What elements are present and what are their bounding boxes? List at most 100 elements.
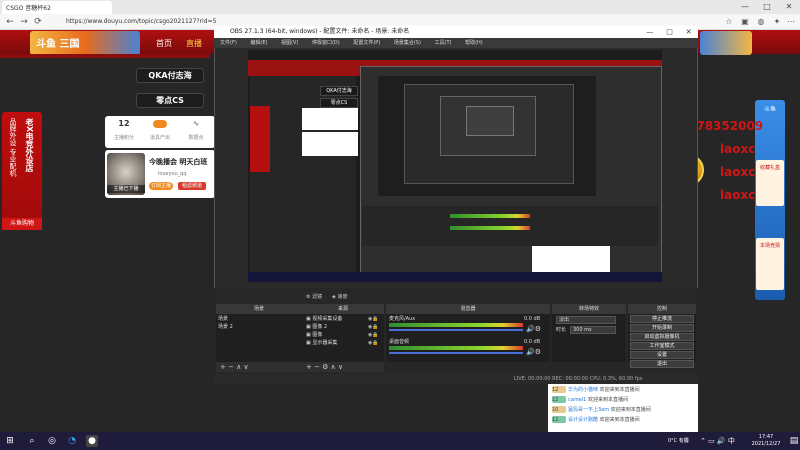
speaker-icon[interactable]: 🔊⚙ (526, 348, 541, 356)
obs-title-bar: OBS 27.1.3 (64-bit, windows) - 配置文件: 未命名… (214, 26, 698, 38)
virtual-camera-button[interactable]: 启动虚拟摄像机 (630, 333, 694, 341)
maximize-button[interactable]: □ (756, 0, 778, 14)
profile-icon[interactable]: ◍ (756, 17, 766, 27)
source-item[interactable]: ▣ 图像 (306, 331, 322, 339)
scene-item[interactable]: 场景 (218, 315, 228, 323)
steam-icon[interactable]: ◎ (46, 435, 58, 447)
obs-menu-bar: 文件(F) 编辑(E) 视图(V) 停靠窗口(D) 配置文件(P) 场景集合(S… (214, 38, 698, 48)
close-button[interactable]: ✕ (778, 0, 800, 14)
dock-header-transitions: 转场特效 (552, 304, 626, 314)
weather-text[interactable]: 0°C 有霾 (668, 437, 689, 444)
scenes-toolbar[interactable]: + − ∧ ∨ (216, 362, 302, 372)
mixer-channel-name: 麦克风/Aux (389, 316, 416, 322)
start-recording-button[interactable]: 开始录制 (630, 324, 694, 332)
streamer-link-qka[interactable]: QKA付志海 (136, 68, 204, 83)
scene-item[interactable]: 场景 2 (218, 323, 233, 331)
right-ad-card-label: 本场竞猜 (759, 243, 780, 249)
level-badge: 12 (552, 396, 566, 403)
source-item[interactable]: ▣ 显示器采集 (306, 339, 337, 347)
event-banner-right[interactable] (700, 31, 752, 55)
menu-tools[interactable]: 工具(T) (435, 40, 452, 46)
volume-slider[interactable] (389, 352, 523, 354)
stat-label: 主播积分 (113, 135, 134, 141)
nav-home[interactable]: 首页 (156, 38, 172, 49)
tray-icons[interactable]: ⌃ ▭ 🔊 中 (700, 436, 735, 446)
window-controls: — □ ✕ (734, 0, 800, 14)
nav-live[interactable]: 直播 (186, 38, 202, 49)
anchor-subtitle: loveyou_qq (158, 171, 187, 177)
shop-ad-button[interactable]: 斗鱼购物 (2, 218, 42, 230)
stat-data[interactable]: ∿ 数据点 (179, 118, 213, 141)
transition-select[interactable]: 淡出 (556, 316, 616, 324)
source-item[interactable]: ▣ 视频采集设备 (306, 315, 342, 323)
settings-button[interactable]: 设置 (630, 351, 694, 359)
search-icon[interactable]: ⌕ (26, 435, 38, 447)
clock-date: 2021/12/27 (751, 441, 781, 447)
speed-tab[interactable]: ◈ 速度 (332, 293, 347, 300)
stat-items[interactable]: 道具产出 (143, 118, 177, 141)
url-field[interactable]: https://www.douyu.com/topic/csgo2021127?… (66, 16, 216, 28)
refresh-icon[interactable]: ⟳ (32, 16, 44, 28)
menu-edit[interactable]: 编辑(E) (250, 40, 267, 46)
minimize-icon[interactable]: — (646, 26, 653, 38)
forward-icon[interactable]: → (18, 16, 30, 28)
collections-icon[interactable]: ▣ (740, 17, 750, 27)
stat-toggle-icon (143, 118, 177, 130)
streamer-link-zero[interactable]: 零点CS (136, 93, 204, 108)
visibility-icon[interactable]: ◉🔒 (368, 323, 379, 331)
menu-profile[interactable]: 配置文件(P) (353, 40, 380, 46)
level-badge: 10 (552, 406, 566, 413)
channel-button[interactable]: 稻滤频道 (178, 182, 206, 190)
favorites-icon[interactable]: ☆ (724, 17, 734, 27)
shop-ad[interactable]: 老X电竞外设店 品牌外设 专业配机 (2, 112, 42, 228)
dock-header-controls: 控制 (628, 304, 696, 314)
menu-docks[interactable]: 停靠窗口(D) (312, 40, 340, 46)
back-icon[interactable]: ← (4, 16, 16, 28)
duration-input[interactable]: 300 ms (570, 326, 616, 334)
chat-message: 12 华为的小猫咪 欢迎来到本直播间 (552, 386, 640, 395)
anchor-title[interactable]: 今晚播会 明天白班 (149, 157, 207, 167)
right-ad-title: 斗鱼 (763, 106, 776, 113)
filters-tab[interactable]: ⚙ 滤镜 (306, 293, 322, 300)
edge-icon[interactable]: ◔ (66, 435, 78, 447)
preview-nested-meter (450, 226, 530, 230)
maximize-icon[interactable]: □ (666, 26, 673, 38)
chat-user[interactable]: 华为的小猫咪 (568, 387, 598, 393)
volume-slider[interactable] (389, 329, 523, 331)
menu-scene-collection[interactable]: 场景集合(S) (394, 40, 421, 46)
menu-help[interactable]: 帮助(H) (465, 40, 483, 46)
speaker-icon[interactable]: 🔊⚙ (526, 325, 541, 333)
sources-toolbar[interactable]: + − ⚙ ∧ ∨ (302, 362, 384, 372)
chat-user[interactable]: 猛犸哥一不上3am (568, 407, 609, 413)
studio-mode-button[interactable]: 工作室模式 (630, 342, 694, 350)
notification-icon[interactable]: ▤ (788, 435, 800, 447)
subscribe-button[interactable]: 订阅主播 (149, 182, 173, 190)
preview-nested-button: QKA付志海 (320, 86, 358, 96)
menu-icon[interactable]: ⋯ (786, 17, 796, 27)
preview-nested-card (302, 132, 358, 156)
clock[interactable]: 17:47 2021/12/27 (746, 434, 786, 448)
preview-recursion-3 (466, 106, 514, 136)
exit-button[interactable]: 退出 (630, 360, 694, 368)
visibility-icon[interactable]: ◉🔒 (368, 315, 379, 323)
right-ad-card[interactable]: 本场竞猜 (756, 238, 784, 290)
close-icon[interactable]: ✕ (686, 26, 692, 38)
menu-file[interactable]: 文件(F) (220, 40, 237, 46)
chat-text: 欢迎来到本直播间 (599, 417, 640, 423)
event-banner[interactable]: 斗鱼 三国 (30, 31, 140, 55)
stop-streaming-button[interactable]: 停止推流 (630, 315, 694, 323)
mixer-channel-name: 桌面音频 (389, 339, 410, 345)
chat-user[interactable]: camel1 (568, 397, 586, 403)
visibility-icon[interactable]: ◉🔒 (368, 331, 379, 339)
extensions-icon[interactable]: ✦ (772, 17, 782, 27)
clock-time: 17:47 (758, 434, 774, 440)
chat-user[interactable]: 设计设计跑酷 (568, 417, 598, 423)
minimize-button[interactable]: — (734, 0, 756, 14)
menu-view[interactable]: 视图(V) (281, 40, 298, 46)
browser-tab[interactable]: CSGO 音糖杯62 (2, 1, 112, 14)
source-item[interactable]: ▣ 图像 2 (306, 323, 327, 331)
obs-icon[interactable]: ● (86, 435, 98, 447)
audio-meter (389, 323, 523, 327)
visibility-icon[interactable]: ◉🔒 (368, 339, 379, 347)
windows-start-icon[interactable]: ⊞ (4, 435, 16, 447)
